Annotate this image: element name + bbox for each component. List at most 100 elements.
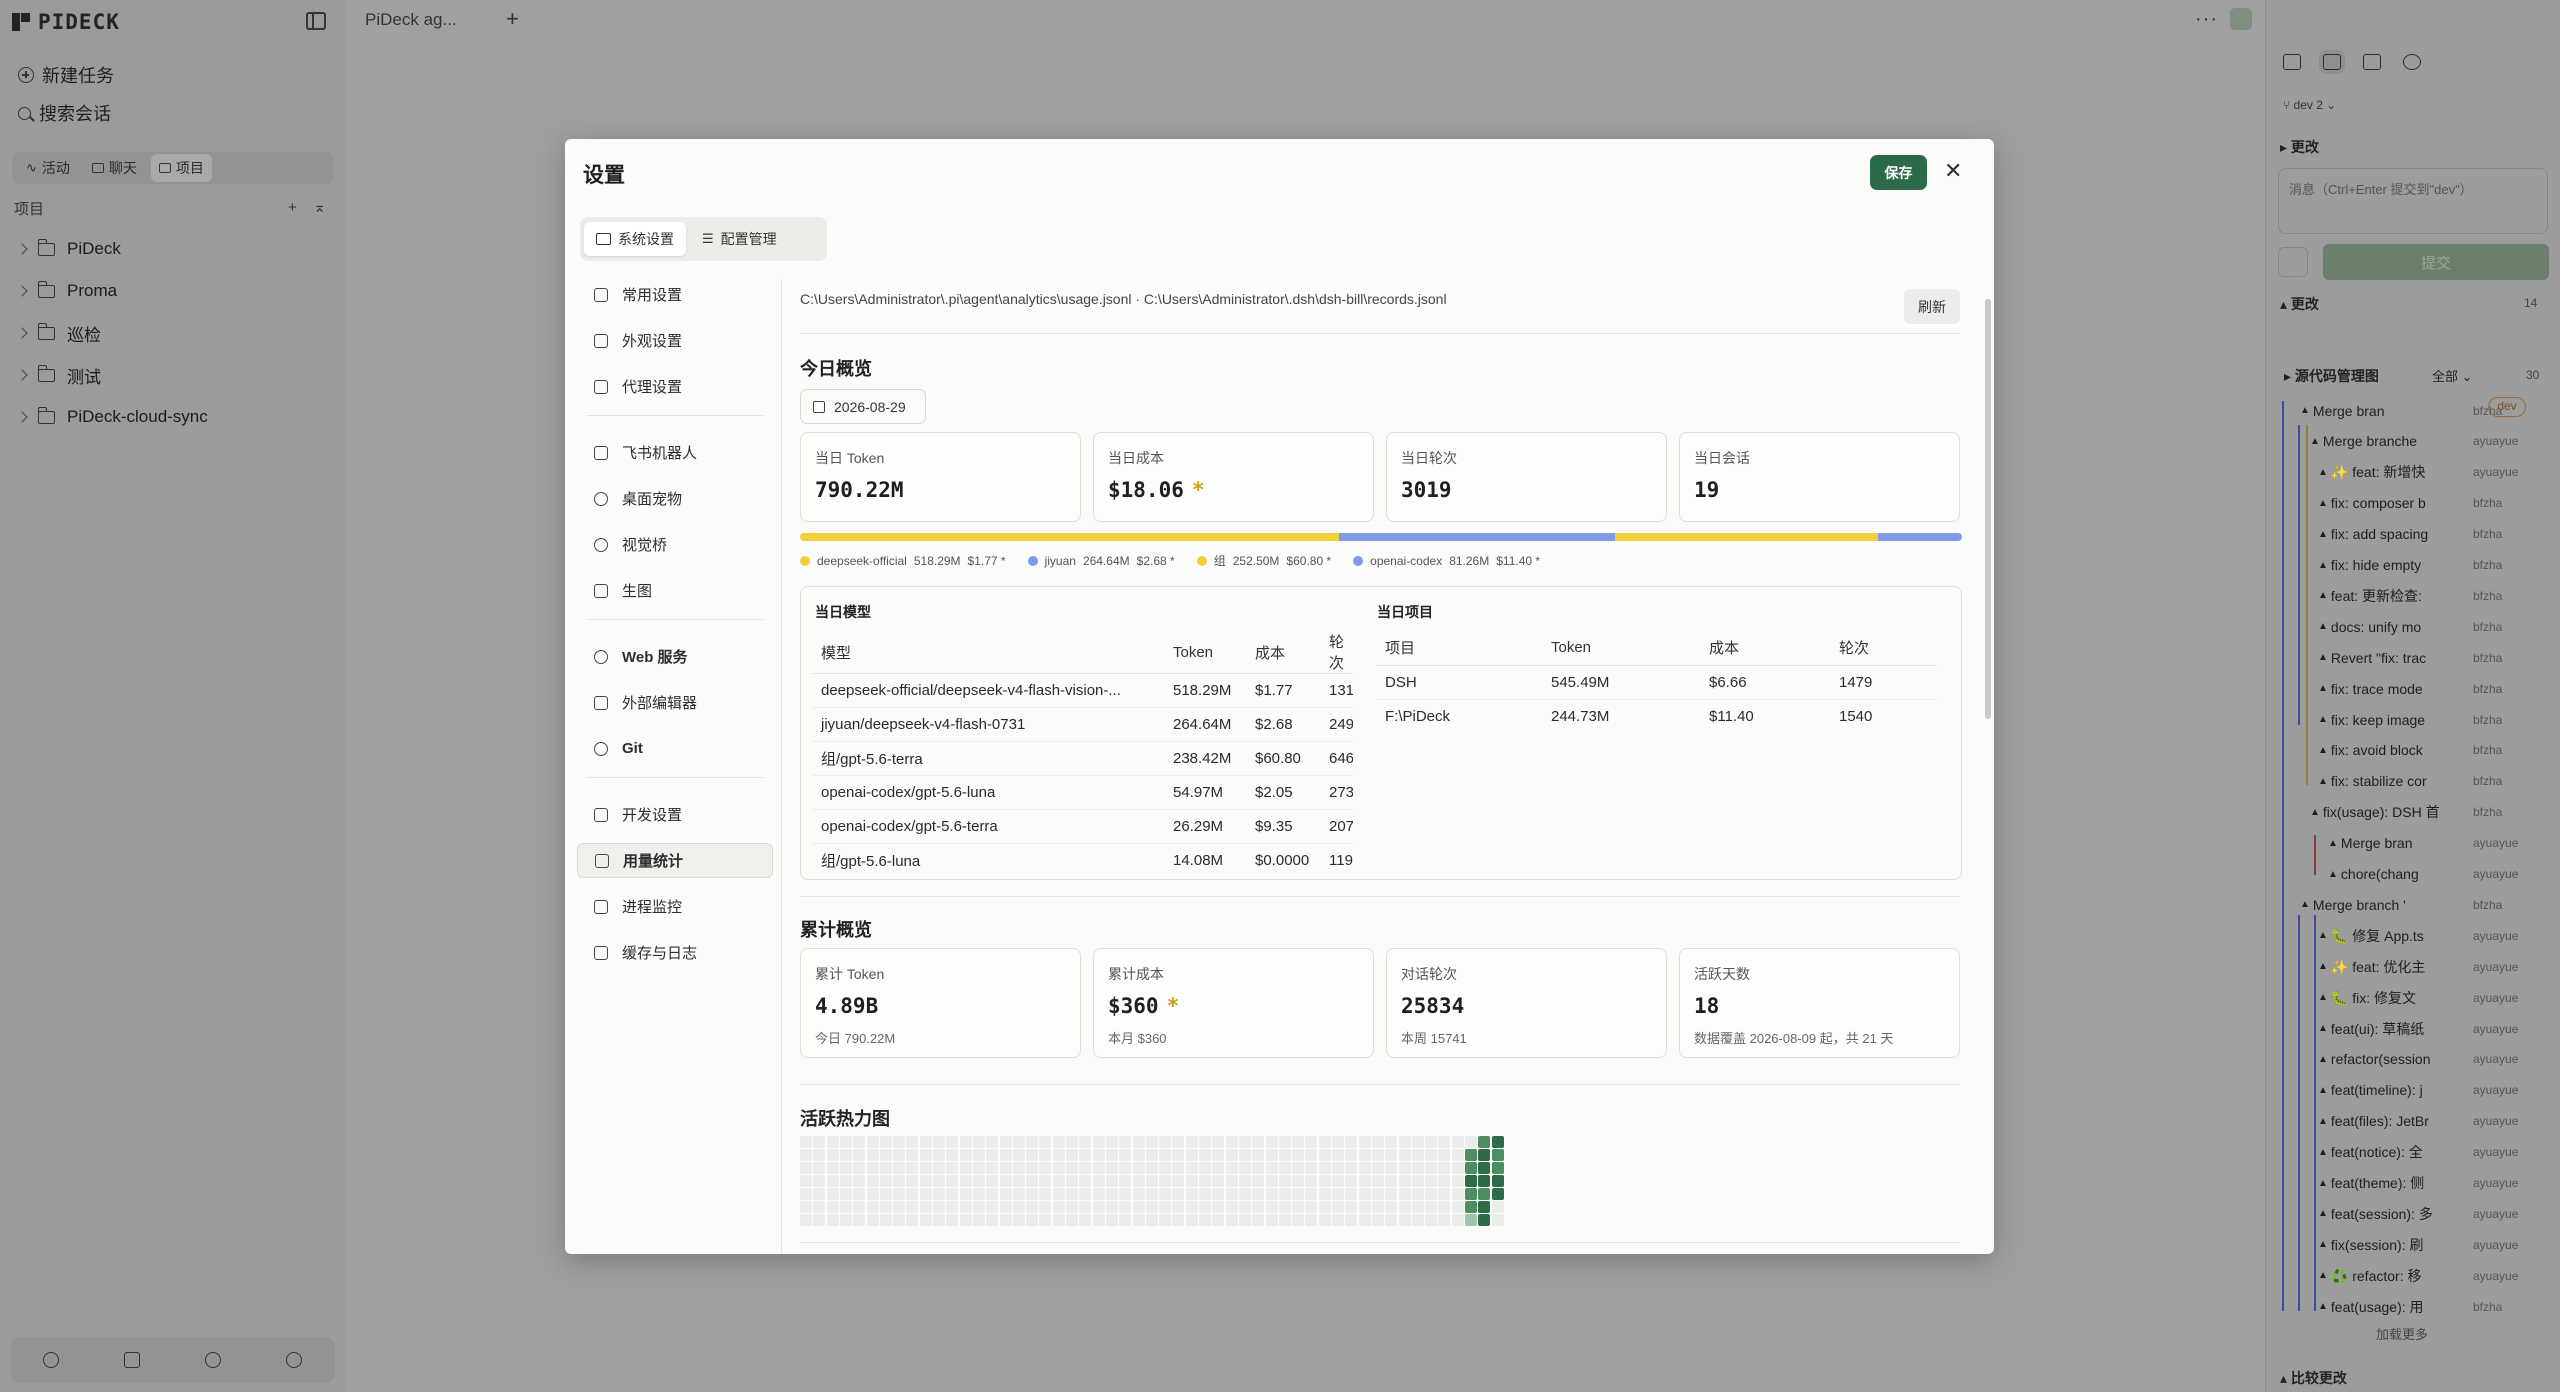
commit-row[interactable]: ▲ fix(usage): DSH 首 bfzha <box>2270 797 2560 828</box>
commit-row[interactable]: ▲ fix: composer b bfzha <box>2270 488 2560 519</box>
right-panel-toggle-icon[interactable] <box>2230 8 2252 30</box>
nav-proxy[interactable]: 代理设置 <box>577 369 773 404</box>
commit-row[interactable]: ▲ docs: unify mo bfzha <box>2270 611 2560 642</box>
project-item[interactable]: PiDeck-cloud-sync <box>16 396 328 438</box>
commit-row[interactable]: ▲ fix(session): 刷 ayuayue <box>2270 1229 2560 1260</box>
nav-image-gen[interactable]: 生图 <box>577 573 773 608</box>
tab-session[interactable]: PiDeck ag... <box>365 10 457 30</box>
activity-icon[interactable] <box>2363 54 2381 70</box>
commit-row[interactable]: ▲ fix: add spacing bfzha <box>2270 519 2560 550</box>
nav-feishu-bot[interactable]: 飞书机器人 <box>577 435 773 470</box>
commit-row[interactable]: ▲ fix: hide empty bfzha <box>2270 550 2560 581</box>
commit-row[interactable]: ▲ 🐛 fix: 修复文 ayuayue <box>2270 982 2560 1013</box>
commit-row[interactable]: ▲ feat(usage): 用 bfzha <box>2270 1291 2560 1322</box>
changes-section[interactable]: ▴ 更改 <box>2280 294 2319 314</box>
scrollbar[interactable] <box>1985 299 1991 719</box>
scm-graph-header[interactable]: ▸ 源代码管理图 <box>2284 366 2379 386</box>
nav-external-editor[interactable]: 外部编辑器 <box>577 685 773 720</box>
commit-row[interactable]: ▲ chore(chang ayuayue <box>2270 859 2560 890</box>
compare-changes-header[interactable]: ▴ 比较更改 <box>2280 1368 2347 1388</box>
theme-icon[interactable] <box>286 1352 303 1368</box>
tab-system-settings[interactable]: 系统设置 <box>584 222 686 256</box>
commit-row[interactable]: ▲ Merge branche ayuayue <box>2270 426 2560 457</box>
sidebar-toggle-icon[interactable] <box>306 12 326 30</box>
commit-row[interactable]: ▲ ✨ feat: 新增快 ayuayue <box>2270 457 2560 488</box>
project-item[interactable]: 巡检 <box>16 312 328 354</box>
tab-activity[interactable]: ∿ 活动 <box>18 154 78 182</box>
heatmap-cell <box>1332 1162 1344 1174</box>
nav-appearance[interactable]: 外观设置 <box>577 323 773 358</box>
heatmap-cell <box>1185 1175 1198 1187</box>
tab-chat[interactable]: 聊天 <box>84 154 145 182</box>
commit-row[interactable]: ▲ feat(theme): 侧 ayuayue <box>2270 1168 2560 1199</box>
nav-process-monitor[interactable]: 进程监控 <box>577 889 773 924</box>
nav-web-service[interactable]: Web 服务 <box>577 639 773 674</box>
nav-usage-stats[interactable]: 用量统计 <box>577 843 773 878</box>
heatmap-cell <box>1026 1149 1039 1161</box>
collapse-icon[interactable]: ⌅ <box>313 199 326 216</box>
add-project-icon[interactable]: + <box>288 199 297 216</box>
table-cell: jiyuan/deepseek-v4-flash-0731 <box>813 707 1165 742</box>
nav-dev-settings[interactable]: 开发设置 <box>577 797 773 832</box>
more-icon[interactable]: ··· <box>2195 8 2218 31</box>
tab-projects[interactable]: 项目 <box>150 154 212 182</box>
commit-button[interactable]: 提交 <box>2323 244 2549 280</box>
settings-dialog: 设置 保存 ✕ 系统设置 ☰ 配置管理 常用设置 外观设置 代理设置 飞书机器人… <box>565 139 1994 1254</box>
commit-row[interactable]: ▲ feat(notice): 全 ayuayue <box>2270 1137 2560 1168</box>
nav-cache-logs[interactable]: 缓存与日志 <box>577 935 773 970</box>
commit-row[interactable]: ▲ feat(ui): 草稿纸 ayuayue <box>2270 1013 2560 1044</box>
commit-row[interactable]: ▲ refactor(session ayuayue <box>2270 1044 2560 1075</box>
commit-message: fix: avoid block <box>2330 742 2423 759</box>
commit-row[interactable]: ▲ feat(session): 多 ayuayue <box>2270 1198 2560 1229</box>
commit-row[interactable]: ▲ fix: stabilize cor bfzha <box>2270 766 2560 797</box>
globe-icon[interactable] <box>2403 54 2421 70</box>
commit-row[interactable]: ▲ ♻️ refactor: 移 ayuayue <box>2270 1260 2560 1291</box>
refresh-button[interactable]: 刷新 <box>1904 289 1960 324</box>
commit-row[interactable]: ▲ Revert "fix: trac bfzha <box>2270 642 2560 673</box>
table-cell: 14.08M <box>1173 852 1224 870</box>
commit-row[interactable]: ▲ ✨ feat: 优化主 ayuayue <box>2270 951 2560 982</box>
project-item[interactable]: 测试 <box>16 354 328 396</box>
project-item[interactable]: PiDeck <box>16 228 328 270</box>
scm-filter-select[interactable]: 全部 ⌄ <box>2432 366 2473 385</box>
commit-row[interactable]: ▲ feat(timeline): j ayuayue <box>2270 1075 2560 1106</box>
commit-row[interactable]: ▲ Merge bran bfzha <box>2270 395 2560 426</box>
nav-git[interactable]: Git <box>577 731 773 766</box>
heatmap-cell <box>866 1162 879 1174</box>
nav-vision-bridge[interactable]: 视觉桥 <box>577 527 773 562</box>
legend-item: deepseek-official 518.29M $1.77 * <box>800 552 1006 569</box>
load-more-button[interactable]: 加载更多 <box>2376 1324 2428 1343</box>
new-tab-button[interactable]: + <box>506 6 519 32</box>
git-branch-icon[interactable] <box>2319 50 2345 74</box>
changes-header[interactable]: ▸ 更改 <box>2280 137 2319 157</box>
branch-selector[interactable]: ⑂ dev 2 ⌄ <box>2283 98 2336 112</box>
settings-icon[interactable] <box>42 1352 59 1368</box>
commit-row[interactable]: ▲ feat(files): JetBr ayuayue <box>2270 1106 2560 1137</box>
commit-row[interactable]: ▲ fix: avoid block bfzha <box>2270 735 2560 766</box>
heatmap-cell <box>800 1201 812 1213</box>
commit-row[interactable]: ▲ fix: keep image bfzha <box>2270 704 2560 735</box>
commit-row[interactable]: ▲ feat: 更新检查: bfzha <box>2270 580 2560 611</box>
commit-row[interactable]: ▲ 🐛 修复 App.ts ayuayue <box>2270 920 2560 951</box>
table-cell: 646 <box>1321 741 1353 776</box>
ai-commit-icon[interactable] <box>2278 247 2308 277</box>
project-item[interactable]: Proma <box>16 270 328 312</box>
date-picker[interactable]: 2026-08-29 <box>800 389 926 424</box>
globe-icon[interactable] <box>205 1352 222 1368</box>
tab-config-management[interactable]: ☰ 配置管理 <box>690 222 789 256</box>
commit-row[interactable]: ▲ fix: trace mode bfzha <box>2270 673 2560 704</box>
nav-general[interactable]: 常用设置 <box>577 277 773 312</box>
commit-author: bfzha <box>2473 712 2503 727</box>
files-icon[interactable] <box>2283 54 2301 70</box>
nav-desktop-pet[interactable]: 桌面宠物 <box>577 481 773 516</box>
heatmap-cell <box>1385 1214 1398 1226</box>
column-header: 轮次 <box>1321 631 1353 674</box>
search-sessions-button[interactable]: 搜索会话 <box>18 100 111 126</box>
new-task-button[interactable]: 新建任务 <box>18 62 114 88</box>
column-header: Token <box>1165 631 1247 674</box>
commit-message-input[interactable]: 消息（Ctrl+Enter 提交到"dev"） <box>2278 168 2548 234</box>
commit-row[interactable]: ▲ Merge branch ' bfzha <box>2270 889 2560 920</box>
stat-card: 对话轮次 25834 本周 15741 <box>1386 948 1667 1058</box>
commit-row[interactable]: ▲ Merge bran ayuayue <box>2270 828 2560 859</box>
chat-icon[interactable] <box>123 1352 140 1368</box>
